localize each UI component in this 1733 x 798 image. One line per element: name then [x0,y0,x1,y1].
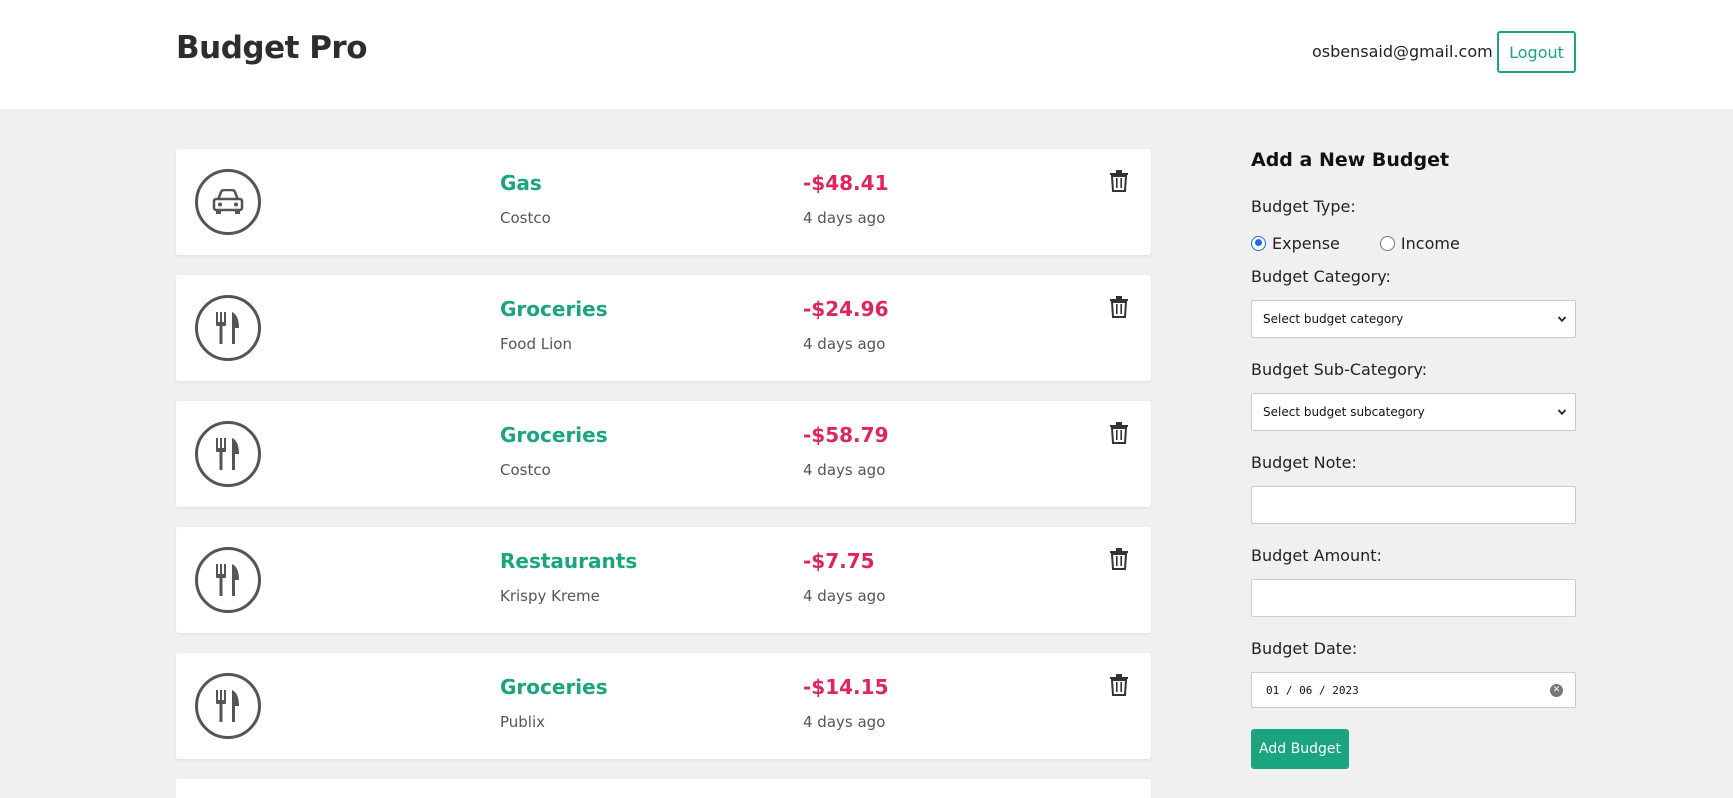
budget-category-select-value: Select budget category [1263,312,1404,326]
budget-note: Costco [500,209,551,227]
top-navbar: Budget Pro osbensaid@gmail.com Logout [0,0,1733,109]
budget-note-input[interactable] [1251,486,1576,524]
income-radio-label[interactable]: Income [1401,234,1460,253]
budget-category: Gas [500,171,542,195]
clear-icon[interactable]: ✕ [1550,684,1563,697]
budget-category: Restaurants [500,549,638,573]
budget-category-select[interactable]: Select budget category [1251,300,1576,338]
budget-card-partial [176,779,1151,798]
fork-knife-icon [195,547,261,613]
budget-category: Groceries [500,675,608,699]
budget-category: Groceries [500,423,608,447]
budget-category-label: Budget Category: [1251,267,1391,286]
user-email: osbensaid@gmail.com [1312,42,1493,61]
budget-amount: -$7.75 [803,549,875,573]
form-title: Add a New Budget [1251,149,1450,171]
budget-subcategory-select[interactable]: Select budget subcategory [1251,393,1576,431]
budget-amount-input[interactable] [1251,579,1576,617]
budget-subcategory-label: Budget Sub-Category: [1251,360,1428,379]
budget-date-value: 01 / 06 / 2023 [1266,683,1359,697]
budget-card: Groceries Costco -$58.79 4 days ago [176,401,1151,507]
trash-icon[interactable] [1109,296,1129,318]
trash-icon[interactable] [1109,548,1129,570]
trash-icon[interactable] [1109,674,1129,696]
budget-card: Groceries Publix -$14.15 4 days ago [176,653,1151,759]
car-icon [195,169,261,235]
budget-subcategory-select-value: Select budget subcategory [1263,405,1425,419]
budget-card: Groceries Food Lion -$24.96 4 days ago [176,275,1151,381]
budget-type-radio-group: Expense Income [1251,232,1460,254]
budget-amount: -$14.15 [803,675,889,699]
budget-date: 4 days ago [803,461,886,479]
logout-button[interactable]: Logout [1497,31,1576,73]
budget-card: Restaurants Krispy Kreme -$7.75 4 days a… [176,527,1151,633]
budget-date-label: Budget Date: [1251,639,1358,658]
budget-note: Costco [500,461,551,479]
budget-amount-label: Budget Amount: [1251,546,1382,565]
budget-amount: -$48.41 [803,171,889,195]
expense-radio-label[interactable]: Expense [1272,234,1340,253]
budget-amount: -$58.79 [803,423,889,447]
fork-knife-icon [195,673,261,739]
budget-note-label: Budget Note: [1251,453,1357,472]
income-radio[interactable] [1379,235,1395,251]
budget-note: Krispy Kreme [500,587,600,605]
brand-title[interactable]: Budget Pro [176,30,368,66]
fork-knife-icon [195,421,261,487]
budget-date: 4 days ago [803,209,886,227]
add-budget-button[interactable]: Add Budget [1251,729,1349,769]
budget-card: Gas Costco -$48.41 4 days ago [176,149,1151,255]
budget-note: Publix [500,713,546,731]
budget-amount: -$24.96 [803,297,889,321]
trash-icon[interactable] [1109,422,1129,444]
budget-category: Groceries [500,297,608,321]
budget-date-input[interactable]: 01 / 06 / 2023 ✕ [1251,672,1576,708]
chevron-down-icon [1557,316,1567,323]
budget-type-label: Budget Type: [1251,197,1356,216]
chevron-down-icon [1557,409,1567,416]
budget-date: 4 days ago [803,713,886,731]
trash-icon[interactable] [1109,170,1129,192]
budget-note: Food Lion [500,335,572,353]
expense-radio[interactable] [1251,235,1266,251]
budget-date: 4 days ago [803,335,886,353]
budget-date: 4 days ago [803,587,886,605]
fork-knife-icon [195,295,261,361]
